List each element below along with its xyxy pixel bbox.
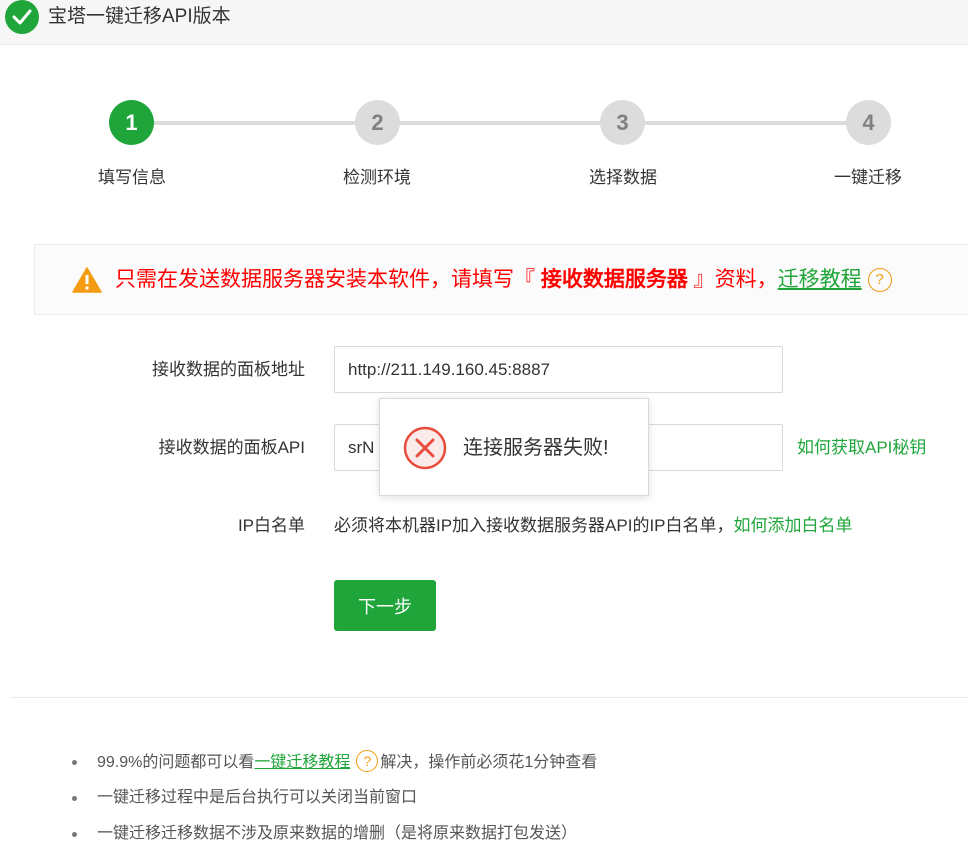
help-question-icon[interactable]: ? [867,268,892,292]
notice-prefix: 只需在发送数据服务器安装本软件，请填写『 [115,268,541,291]
step-1-circle: 1 [109,100,154,145]
step-connector [395,121,605,125]
panel-url-input[interactable] [334,346,783,393]
one-click-tutorial-link[interactable]: 一键迁移教程 [254,754,350,771]
ip-whitelist-label: IP白名单 [237,516,305,535]
error-x-circle-icon [403,426,447,470]
get-api-key-link[interactable]: 如何获取API秘钥 [797,436,926,460]
list-item: 一键迁移过程中是后台执行可以关闭当前窗口 [70,786,597,822]
step-4-label: 一键迁移 [834,168,902,187]
ip-whitelist-text: 必须将本机器IP加入接收数据服务器API的IP白名单， [334,516,734,535]
migration-tutorial-link[interactable]: 迁移教程 [778,268,862,291]
notice-banner: 只需在发送数据服务器安装本软件，请填写『 接收数据服务器 』资料，迁移教程? [34,244,968,315]
title-bar: 宝塔一键迁移API版本 [0,0,968,45]
check-circle-icon [5,0,39,34]
notice-text: 只需在发送数据服务器安装本软件，请填写『 接收数据服务器 』资料，迁移教程? [115,265,892,295]
next-step-button[interactable]: 下一步 [334,580,436,631]
notice-suffix: 』资料， [687,268,778,291]
warning-icon [72,267,102,293]
add-whitelist-link[interactable]: 如何添加白名单 [734,516,853,535]
help-question-icon[interactable]: ? [356,750,379,772]
step-1-label: 填写信息 [98,168,166,187]
step-4-circle: 4 [846,100,891,145]
list-item: 一键迁移迁移数据不涉及原来数据的增删（是将原来数据打包发送） [70,822,597,858]
panel-url-label: 接收数据的面板地址 [152,360,305,379]
step-2-circle: 2 [355,100,400,145]
toast-message: 连接服务器失败! [463,437,609,459]
ip-whitelist-note: 必须将本机器IP加入接收数据服务器API的IP白名单，如何添加白名单 [334,514,853,538]
step-3-circle: 3 [600,100,645,145]
divider [10,697,968,698]
step-connector [150,121,360,125]
error-toast: 连接服务器失败! [379,398,649,496]
notice-highlight: 接收数据服务器 [540,268,688,291]
step-2-label: 检测环境 [343,168,411,187]
step-3-label: 选择数据 [589,168,657,187]
panel-api-label: 接收数据的面板API [158,438,305,457]
step-connector [640,121,850,125]
list-item: 99.9%的问题都可以看一键迁移教程? 解决，操作前必须花1分钟查看 [70,750,597,786]
window-title: 宝塔一键迁移API版本 [48,6,231,27]
tips-list: 99.9%的问题都可以看一键迁移教程? 解决，操作前必须花1分钟查看 一键迁移过程… [70,750,597,858]
